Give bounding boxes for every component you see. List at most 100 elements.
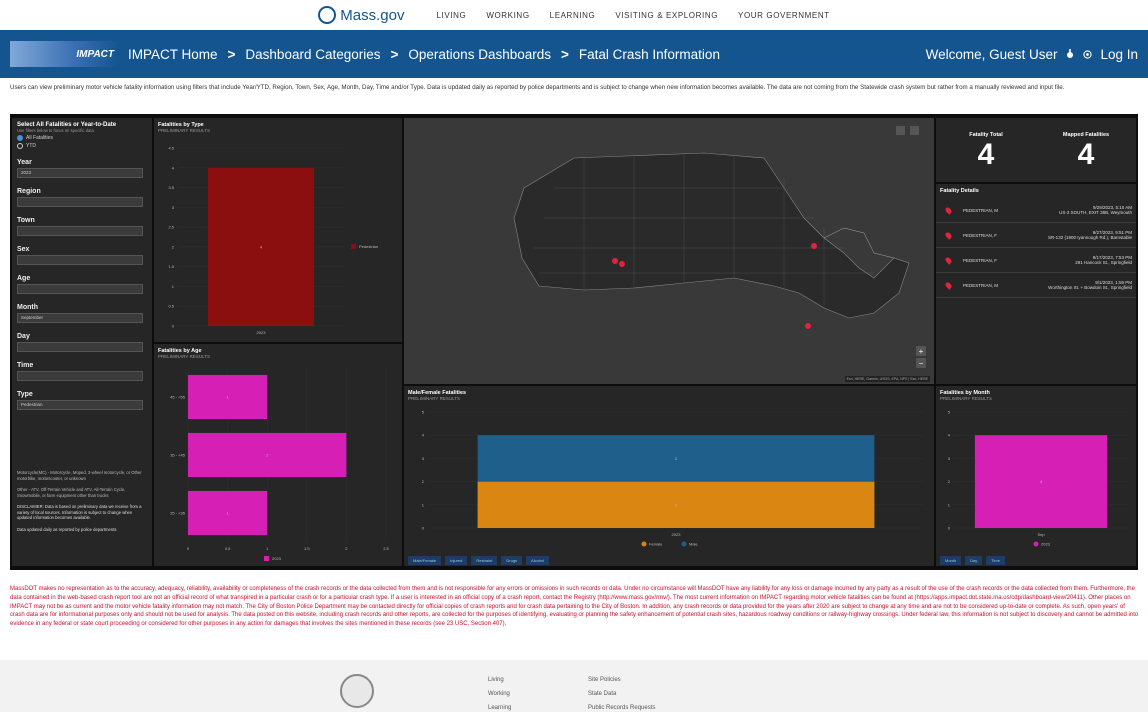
fatality-marker xyxy=(619,261,625,267)
radio-unselected-icon xyxy=(17,143,23,149)
filter-dropdown-town[interactable] xyxy=(17,226,143,236)
male-female-chart: 012345222023Female Male xyxy=(422,410,924,547)
y-tick-label: 2 xyxy=(422,479,425,484)
tab-injured[interactable]: Injured xyxy=(445,556,468,565)
impact-logo[interactable]: IMPACT xyxy=(10,41,118,67)
topnav-working[interactable]: WORKING xyxy=(486,11,529,20)
filter-dropdown-sex[interactable] xyxy=(17,255,143,265)
footer-link-working[interactable]: Working xyxy=(488,687,511,701)
tab-alcohol[interactable]: Alcohol xyxy=(526,556,550,565)
massachusetts-map[interactable]: + − xyxy=(404,118,934,384)
detail-when-where: 9/1/2023, 1:59 PM Worthington St. + Bowdo… xyxy=(1048,280,1132,290)
legend-label: Male xyxy=(689,542,698,547)
y-tick-label: 2 xyxy=(172,244,175,249)
tab-drugs[interactable]: Drugs xyxy=(501,556,523,565)
y-tick-label: 4 xyxy=(948,433,951,438)
footer-link-site-policies[interactable]: Site Policies xyxy=(588,673,655,687)
detail-when-where: 9/27/2023, 9:51 PM SR-132 (1900 Iyannough… xyxy=(1048,230,1132,240)
page-footer: Living Working Learning Site Policies St… xyxy=(0,660,1148,712)
svg-text:−: − xyxy=(919,359,924,368)
x-tick-label: 1 xyxy=(266,546,269,551)
filter-dropdown-time[interactable] xyxy=(17,371,143,381)
fatality-total-value: 4 xyxy=(977,138,995,171)
massgov-topbar: Mass.gov LIVING WORKING LEARNING VISITIN… xyxy=(0,0,1148,30)
footer-link-state-data[interactable]: State Data xyxy=(588,687,655,701)
help-icon[interactable] xyxy=(1083,49,1093,59)
y-tick-label: 5 xyxy=(422,410,425,415)
x-tick-label: 2 xyxy=(345,546,348,551)
map-panel[interactable]: + − Esri, HERE, Garmin, USGS, EPA, NPS |… xyxy=(404,118,934,384)
tab-restraint[interactable]: Restraint xyxy=(471,556,498,565)
filter-subtitle: Use filters below to focus on specific d… xyxy=(17,128,94,133)
y-tick-label: 0.5 xyxy=(168,304,174,309)
legend-label: 2023 xyxy=(1041,542,1051,547)
svg-text:+: + xyxy=(919,347,924,356)
radio-label: YTD xyxy=(26,143,36,149)
legend-swatch xyxy=(1033,541,1039,547)
topnav-government[interactable]: YOUR GOVERNMENT xyxy=(738,11,830,20)
massgov-logo[interactable]: Mass.gov xyxy=(318,6,404,24)
filter-dropdown-day[interactable] xyxy=(17,342,143,352)
settings-icon[interactable] xyxy=(1065,49,1075,59)
note-updated: Data updated daily as reported by police… xyxy=(17,526,118,532)
filter-label-town: Town xyxy=(17,217,35,224)
topnav-visiting[interactable]: VISITING & EXPLORING xyxy=(615,11,718,20)
legend-label: Pedestrian xyxy=(359,244,378,249)
footer-link-living[interactable]: Living xyxy=(488,673,511,687)
tab-male-female[interactable]: Male/Female xyxy=(408,556,442,565)
fatalities-by-type-panel: Fatalities by Type PRELIMINARY RESULTS 0… xyxy=(154,118,402,342)
y-tick-label: 4.5 xyxy=(168,146,174,151)
radio-label: All Fatalities xyxy=(26,135,53,141)
male-female-tabs: Male/Female Injured Restraint Drugs Alco… xyxy=(408,556,550,565)
tab-day[interactable]: Day xyxy=(965,556,983,565)
filter-dropdown-type[interactable]: Pedestrian xyxy=(17,400,143,410)
panel-subtitle: PRELIMINARY RESULTS xyxy=(408,396,461,401)
footer-link-public-records[interactable]: Public Records Requests xyxy=(588,701,655,715)
detail-who: PEDESTRIAN, M xyxy=(963,207,999,213)
y-tick-label: 1 xyxy=(422,502,425,507)
y-tick-label: 3.5 xyxy=(168,185,174,190)
detail-who: PEDESTRIAN, M xyxy=(963,282,999,288)
y-tick-label: 1 xyxy=(948,502,951,507)
y-tick-label: 4 xyxy=(172,165,175,170)
radio-selected-icon xyxy=(17,135,23,141)
disclaimer-text: MassDOT makes no representation as to th… xyxy=(10,586,1139,628)
filter-label-type: Type xyxy=(17,391,33,398)
crumb-dashboard-categories[interactable]: Dashboard Categories xyxy=(245,47,380,62)
note-other: Other - ATV, Off-Terrain Vehicle and ATV… xyxy=(17,487,126,498)
breadcrumb: IMPACT Home > Dashboard Categories > Ope… xyxy=(128,47,720,62)
topnav-learning[interactable]: LEARNING xyxy=(550,11,596,20)
massachusetts-seal-icon xyxy=(340,674,374,708)
topnav-living[interactable]: LIVING xyxy=(436,11,466,20)
fatality-detail-row[interactable]: PEDESTRIAN, F 9/27/2023, 9:51 PM SR-132 (1… xyxy=(936,223,1136,248)
welcome-text: Welcome, Guest User xyxy=(925,46,1058,62)
detail-location: 291 Hancock St., Springfield xyxy=(1075,260,1132,265)
fatality-detail-row[interactable]: PEDESTRIAN, M 9/1/2023, 1:59 PM Worthingto… xyxy=(936,273,1136,298)
filter-dropdown-year[interactable]: 2023 xyxy=(17,168,143,178)
filter-dropdown-month[interactable]: September xyxy=(17,313,143,323)
legend-label: Female xyxy=(649,542,663,547)
y-tick-label: 1 xyxy=(172,284,175,289)
filter-dropdown-region[interactable] xyxy=(17,197,143,207)
fatality-detail-row[interactable]: PEDESTRIAN, M 9/29/2023, 5:10 AM US-3 SOUT… xyxy=(936,198,1136,223)
impact-logo-text: IMPACT xyxy=(76,48,114,60)
filter-dropdown-age[interactable] xyxy=(17,284,143,294)
y-tick-label: 2.5 xyxy=(168,225,174,230)
login-link[interactable]: Log In xyxy=(1100,47,1138,62)
x-tick-label: 2023 xyxy=(672,532,682,537)
map-attribution: Esri, HERE, Garmin, USGS, EPA, NPS | Esr… xyxy=(844,376,930,382)
tab-time[interactable]: Time xyxy=(986,556,1005,565)
radio-ytd[interactable]: YTD xyxy=(17,143,147,149)
radio-all-fatalities[interactable]: All Fatalities xyxy=(17,135,147,141)
mapped-fatalities-value: 4 xyxy=(1077,138,1095,171)
footer-link-learning[interactable]: Learning xyxy=(488,701,511,715)
note-motorcycle: Motorcycle(MC) - Motorcycle, Moped, 3-wh… xyxy=(17,470,142,481)
tab-month[interactable]: Month xyxy=(940,556,962,565)
panel-subtitle: PRELIMINARY RESULTS xyxy=(158,128,211,133)
fatality-detail-row[interactable]: PEDESTRIAN, F 9/17/2023, 7:53 PM 291 Hanco… xyxy=(936,248,1136,273)
panel-title: Fatalities by Age xyxy=(158,348,202,354)
crumb-separator: > xyxy=(561,46,569,62)
crumb-operations-dashboards[interactable]: Operations Dashboards xyxy=(408,47,551,62)
crumb-impact-home[interactable]: IMPACT Home xyxy=(128,47,218,62)
crumb-fatal-crash-information[interactable]: Fatal Crash Information xyxy=(579,47,720,62)
